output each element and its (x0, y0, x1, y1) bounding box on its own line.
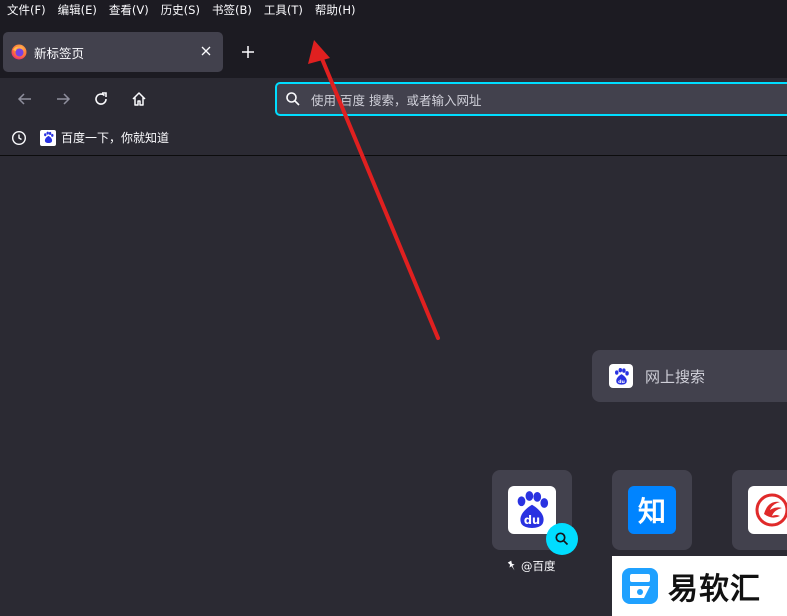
tab-new-tab[interactable]: 新标签页 (3, 32, 223, 72)
url-bar[interactable]: 使用 百度 搜索，或者输入网址 (275, 82, 787, 116)
bookmark-baidu[interactable]: 百度一下，你就知道 (40, 129, 169, 146)
shortcut-zhihu[interactable]: 知 (612, 470, 692, 550)
menu-view[interactable]: 查看(V) (109, 2, 149, 18)
menu-file[interactable]: 文件(F) (7, 2, 46, 18)
clock-icon[interactable] (11, 130, 27, 146)
ifeng-icon (748, 486, 787, 534)
menu-edit[interactable]: 编辑(E) (58, 2, 97, 18)
search-icon (286, 92, 300, 106)
menu-help[interactable]: 帮助(H) (315, 2, 356, 18)
watermark-text: 易软汇 (668, 572, 761, 607)
close-icon[interactable] (199, 44, 213, 58)
watermark-logo (622, 568, 658, 604)
menu-history[interactable]: 历史(S) (161, 2, 200, 18)
menu-bar: 文件(F) 编辑(E) 查看(V) 历史(S) 书签(B) 工具(T) 帮助(H… (0, 0, 787, 20)
nav-bar: 使用 百度 搜索，或者输入网址 (0, 78, 787, 120)
url-placeholder: 使用 百度 搜索，或者输入网址 (311, 92, 482, 108)
bookmarks-toolbar: 百度一下，你就知道 (0, 120, 787, 156)
home-icon[interactable] (130, 90, 148, 108)
tab-title: 新标签页 (34, 45, 85, 61)
watermark: 易软汇 (612, 556, 787, 616)
new-tab-page: du 网上搜索 du @百度 知 易软汇 (0, 156, 787, 616)
svg-text:du: du (618, 378, 625, 384)
pin-icon (507, 560, 515, 571)
menu-bookmarks[interactable]: 书签(B) (212, 2, 252, 18)
search-placeholder: 网上搜索 (645, 367, 706, 386)
forward-arrow-icon[interactable] (54, 90, 72, 108)
search-icon (555, 532, 569, 546)
zhihu-icon: 知 (628, 486, 676, 534)
shortcut-ifeng[interactable] (732, 470, 787, 550)
shortcut-baidu-label: @百度 (506, 558, 556, 574)
firefox-icon (11, 44, 27, 60)
zhihu-glyph: 知 (637, 495, 666, 528)
new-tab-plus-icon[interactable] (240, 44, 256, 60)
menu-tools[interactable]: 工具(T) (264, 2, 303, 18)
reload-icon[interactable] (92, 90, 110, 108)
search-shortcut-badge (546, 523, 578, 555)
baidu-icon: du (508, 486, 556, 534)
baidu-icon (40, 129, 56, 146)
tab-bar: 新标签页 (0, 20, 787, 78)
bookmark-label: 百度一下，你就知道 (61, 131, 170, 145)
baidu-icon: du (609, 364, 633, 388)
web-search-box[interactable]: du 网上搜索 (592, 350, 787, 402)
svg-text:du: du (524, 513, 540, 527)
back-arrow-icon[interactable] (16, 90, 34, 108)
